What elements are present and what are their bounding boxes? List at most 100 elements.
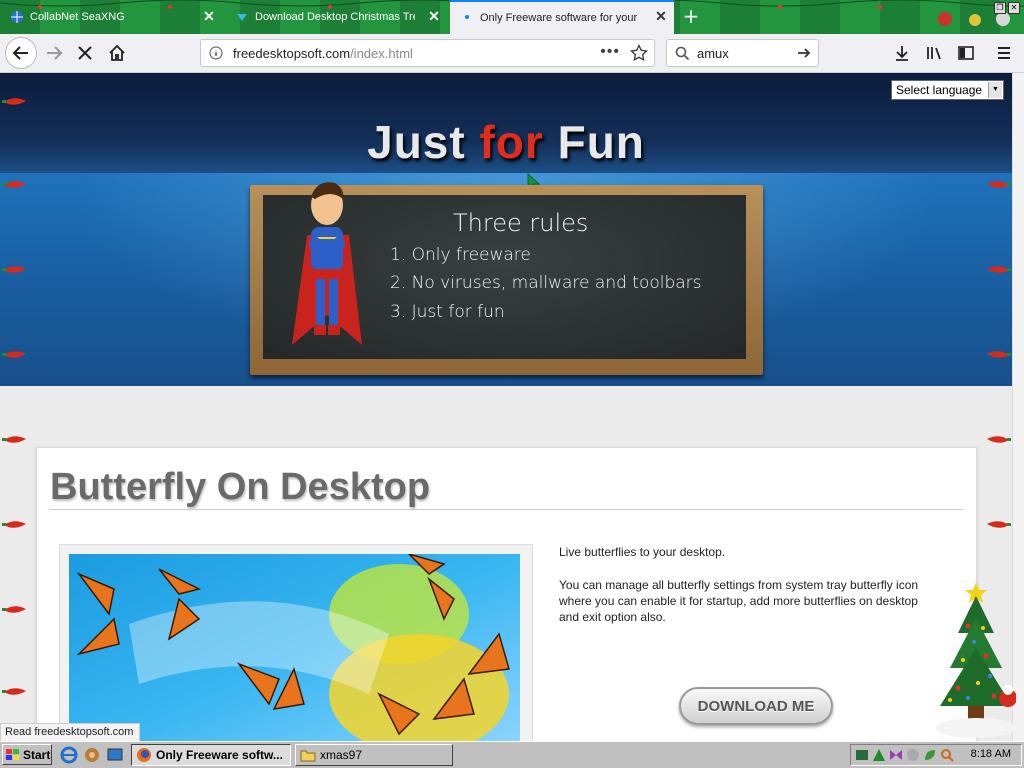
start-button[interactable]: Start (2, 744, 52, 765)
stop-loading-button[interactable] (71, 39, 99, 67)
pepper-decoration-icon (2, 606, 26, 613)
search-go-arrow-icon[interactable] (796, 45, 812, 61)
pepper-decoration-icon (2, 688, 26, 695)
pepper-decoration-icon (987, 351, 1011, 358)
product-short-description: Live butterflies to your desktop. (559, 545, 726, 559)
close-tab-icon[interactable]: ✕ (654, 9, 668, 23)
download-icon (896, 46, 908, 61)
clock: 8:18 AM (970, 748, 1011, 760)
windows-taskbar: Start Only Freeware softw... xmas97 8:18… (0, 741, 1024, 768)
url-bar[interactable]: freedesktopsoft.com/index.html ••• (200, 39, 655, 67)
product-card: Butterfly On Desktop Live butterflies to… (36, 447, 977, 741)
back-arrow-icon (12, 46, 28, 60)
hamburger-menu-button[interactable] (990, 39, 1018, 67)
tab-strip: CollabNet SeaXNG ✕ Download Desktop Chri… (0, 0, 1024, 34)
pepper-decoration-icon (987, 521, 1011, 528)
window-controls: ❐ ✕ (994, 2, 1020, 14)
title-word-for: for (479, 116, 544, 168)
volume-tray-icon[interactable] (906, 748, 920, 762)
pepper-decoration-icon (2, 266, 26, 273)
tab-download-christmas-tree[interactable]: Download Desktop Christmas Tree ✕ (225, 2, 447, 32)
download-button[interactable]: DOWNLOAD ME (679, 687, 833, 725)
close-tab-icon[interactable]: ✕ (427, 9, 441, 23)
close-tab-icon[interactable]: ✕ (202, 9, 216, 23)
forward-button[interactable] (40, 39, 68, 67)
leaf-tray-icon[interactable] (923, 748, 937, 762)
search-input[interactable]: amux (697, 46, 729, 61)
pepper-decoration-icon (2, 521, 26, 528)
taskbar-item-browser[interactable]: Only Freeware softw... (131, 744, 291, 766)
sidebar-icon (958, 46, 974, 60)
windows-logo-icon (6, 748, 19, 760)
rule-1: 1. Only freeware (390, 245, 531, 265)
internet-explorer-icon[interactable] (60, 746, 78, 764)
taskbar-item-xmas97[interactable]: xmas97 (295, 744, 453, 766)
rule-2: 2. No viruses, mallware and toolbars (390, 273, 702, 293)
globe-icon (11, 11, 23, 23)
title-word-just: Just (367, 116, 480, 168)
rules-title: Three rules (453, 209, 589, 237)
pepper-decoration-icon (2, 351, 26, 358)
close-window-icon[interactable]: ✕ (1008, 2, 1020, 14)
title-word-fun: Fun (543, 116, 645, 168)
back-button[interactable] (5, 37, 37, 69)
system-tray: 8:18 AM (850, 744, 1022, 766)
download-site-icon (237, 14, 247, 21)
language-select-label: Select language (896, 83, 983, 97)
task-label: Only Freeware softw... (156, 748, 283, 762)
search-icon (675, 46, 690, 61)
tab-freeware-active[interactable]: Only Freeware software for your desktop … (450, 0, 674, 34)
folder-icon (300, 750, 316, 762)
home-button[interactable] (103, 39, 131, 67)
page-actions-menu-icon[interactable]: ••• (600, 43, 620, 61)
menu-icon (998, 47, 1010, 59)
sidebar-toggle-button[interactable] (952, 39, 980, 67)
library-button[interactable] (920, 39, 948, 67)
bookmark-star-icon[interactable] (630, 44, 648, 62)
task-label: xmas97 (320, 748, 363, 762)
tab-label: Download Desktop Christmas Tree (255, 11, 415, 23)
tree-tray-icon[interactable] (872, 748, 886, 762)
firefox-icon (137, 748, 151, 762)
language-select[interactable]: Select language ▼ (891, 80, 1004, 100)
show-desktop-icon[interactable] (106, 746, 124, 764)
loading-dot-icon (465, 15, 469, 19)
network-icon[interactable] (855, 748, 869, 762)
pepper-decoration-icon (2, 98, 26, 105)
product-title[interactable]: Butterfly On Desktop (50, 466, 430, 509)
stop-icon (78, 46, 92, 60)
start-label: Start (23, 747, 51, 762)
url-path: /index.html (350, 46, 413, 61)
navigation-toolbar: freedesktopsoft.com/index.html ••• amux (0, 34, 1024, 73)
restore-window-icon[interactable]: ❐ (994, 2, 1006, 14)
tab-collabnet[interactable]: CollabNet SeaXNG ✕ (0, 2, 222, 32)
pepper-decoration-icon (2, 181, 26, 188)
search-tray-icon[interactable] (940, 748, 954, 762)
downloads-button[interactable] (888, 39, 916, 67)
forward-arrow-icon (47, 46, 63, 60)
pepper-decoration-icon (987, 436, 1011, 443)
divider (49, 509, 963, 510)
butterfly-tray-icon[interactable] (889, 748, 903, 762)
superhero-illustration (292, 182, 362, 345)
search-bar[interactable]: amux (666, 39, 819, 67)
pepper-decoration-icon (987, 266, 1011, 273)
product-long-description: You can manage all butterfly settings fr… (559, 578, 919, 624)
web-page: Just for Fun Select language ▼ Three rul… (0, 73, 1012, 741)
butterfly-screenshot-image[interactable] (69, 554, 520, 741)
new-tab-button[interactable]: + (680, 6, 702, 28)
url-domain: freedesktopsoft.com (233, 46, 351, 61)
quick-launch-app-icon[interactable] (83, 746, 101, 764)
rule-3: 3. Just for fun (390, 302, 505, 322)
info-icon[interactable] (209, 46, 223, 60)
site-title: Just for Fun (0, 115, 1012, 169)
tab-label: Only Freeware software for your desktop (480, 12, 640, 24)
pepper-decoration-icon (2, 436, 26, 443)
status-bar-link: Read freedesktopsoft.com (0, 723, 141, 741)
tab-label: CollabNet SeaXNG (30, 11, 125, 23)
christmas-tree-decoration (936, 582, 1016, 738)
pepper-decoration-icon (987, 181, 1011, 188)
home-icon (109, 44, 125, 61)
library-icon (927, 47, 941, 60)
dropdown-arrow-icon: ▼ (988, 82, 1002, 98)
